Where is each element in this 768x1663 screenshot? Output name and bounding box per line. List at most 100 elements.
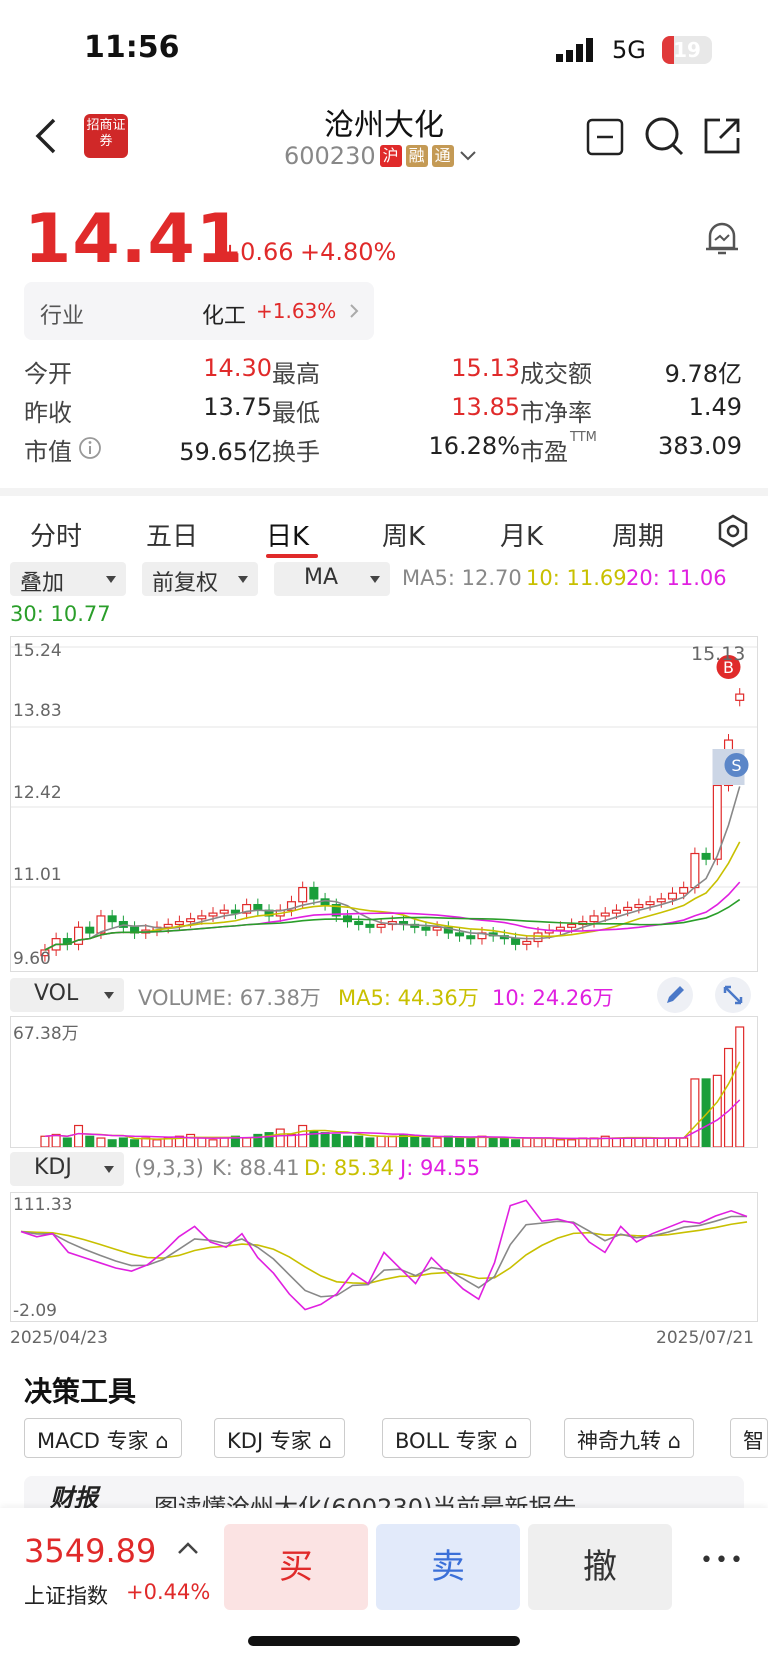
candle bbox=[432, 926, 442, 931]
quote-label: 最高 bbox=[272, 360, 320, 388]
quote-label: 最低 bbox=[272, 399, 320, 427]
volume-bar bbox=[656, 1137, 666, 1148]
x-label-end: 2025/07/21 bbox=[656, 1328, 754, 1348]
candle bbox=[163, 923, 173, 928]
candlestick-chart[interactable]: BS 15.24 13.83 12.42 11.01 9.60 15.13 bbox=[10, 636, 758, 972]
ma10-label: 10: 11.69 bbox=[526, 566, 627, 590]
index-value[interactable]: 3549.89 bbox=[24, 1532, 156, 1570]
candle bbox=[555, 926, 565, 931]
sell-button[interactable]: 卖 bbox=[376, 1524, 520, 1610]
tag-sh: 沪 bbox=[379, 145, 402, 167]
quote-value: 15.13 bbox=[451, 354, 520, 382]
candle bbox=[679, 886, 689, 894]
pe-sup: TTM bbox=[570, 430, 597, 445]
quote-value: 14.30 bbox=[203, 354, 272, 382]
stock-code-row[interactable]: 600230 沪 融 通 bbox=[284, 142, 478, 170]
volume-bar bbox=[511, 1139, 521, 1148]
tab-monthly-k[interactable]: 月K bbox=[500, 516, 543, 553]
quote-value: 383.09 bbox=[658, 432, 742, 460]
kdj-line bbox=[20, 1199, 748, 1311]
volume-bar bbox=[712, 1074, 722, 1148]
info-icon[interactable] bbox=[78, 436, 102, 460]
volume-ma-line bbox=[44, 1099, 741, 1140]
candle bbox=[309, 886, 319, 900]
home-indicator bbox=[248, 1636, 520, 1646]
tab-daily-k[interactable]: 日K bbox=[266, 516, 309, 553]
tab-intraday[interactable]: 分时 bbox=[30, 516, 82, 553]
cancel-button[interactable]: 撤 bbox=[528, 1524, 672, 1610]
tag-margin: 融 bbox=[405, 145, 428, 167]
volume-bar bbox=[634, 1137, 644, 1148]
kdj-y-tick: 111.33 bbox=[13, 1195, 73, 1215]
kdj-chart[interactable]: 111.33 -2.09 bbox=[10, 1192, 758, 1322]
chevron-up-icon[interactable] bbox=[176, 1540, 200, 1556]
volume-bar bbox=[298, 1124, 308, 1148]
volume-bar bbox=[331, 1133, 341, 1148]
volume-bar bbox=[74, 1124, 84, 1148]
tab-five-day[interactable]: 五日 bbox=[146, 516, 198, 553]
volume-bar bbox=[85, 1135, 95, 1148]
volume-bar bbox=[51, 1133, 61, 1148]
kdj-params: (9,3,3) bbox=[134, 1156, 204, 1180]
quote-label: 市值 bbox=[24, 438, 72, 466]
tab-underline bbox=[266, 554, 318, 558]
volume-bar bbox=[455, 1137, 465, 1148]
index-change: +0.44% bbox=[126, 1580, 211, 1604]
tool-boll[interactable]: BOLL 专家 ⌂ bbox=[382, 1418, 531, 1458]
industry-change: +1.63% bbox=[256, 299, 337, 323]
candle bbox=[107, 915, 117, 923]
volume-bar bbox=[208, 1139, 218, 1148]
volume-svg bbox=[40, 1026, 745, 1148]
volume-bar bbox=[242, 1137, 252, 1148]
gear-icon[interactable] bbox=[716, 514, 750, 548]
volume-label: VOLUME: 67.38万 bbox=[138, 986, 321, 1010]
tool-nine-turn[interactable]: 神奇九转 ⌂ bbox=[564, 1418, 695, 1458]
buy-button[interactable]: 买 bbox=[224, 1524, 368, 1610]
kdj-dropdown[interactable]: KDJ bbox=[10, 1152, 124, 1186]
volume-bar bbox=[320, 1132, 330, 1148]
quote-label: 换手 bbox=[272, 438, 320, 466]
vol-ma5-label: MA5: 44.36万 bbox=[338, 986, 479, 1010]
tab-period[interactable]: 周期 bbox=[612, 516, 664, 553]
kdj-y-tick: -2.09 bbox=[13, 1301, 57, 1321]
industry-box[interactable]: 行业 化工 +1.63% bbox=[24, 282, 374, 340]
y-tick: 12.42 bbox=[13, 783, 62, 803]
quote-value: 13.85 bbox=[451, 393, 520, 421]
kdj-svg bbox=[20, 1199, 748, 1311]
tool-kdj[interactable]: KDJ 专家 ⌂ bbox=[214, 1418, 345, 1458]
y-tick: 13.83 bbox=[13, 701, 62, 721]
volume-bar bbox=[533, 1137, 543, 1148]
quote-value: 13.75 bbox=[203, 393, 272, 421]
fullscreen-icon[interactable] bbox=[714, 976, 752, 1014]
minimize-icon[interactable] bbox=[586, 118, 624, 156]
overlay-dropdown[interactable]: 叠加 bbox=[10, 562, 126, 596]
vol-dropdown[interactable]: VOL bbox=[10, 978, 124, 1012]
share-icon[interactable] bbox=[702, 116, 742, 156]
search-icon[interactable] bbox=[644, 116, 684, 158]
candle bbox=[219, 909, 229, 914]
volume-bar bbox=[522, 1137, 532, 1148]
pencil-icon[interactable] bbox=[656, 976, 694, 1014]
candle bbox=[645, 901, 655, 906]
chart-tabs: 分时 五日 日K 周K 月K 周期 bbox=[0, 488, 768, 558]
price-change-pct: +4.80% bbox=[300, 238, 397, 266]
volume-bar bbox=[118, 1137, 128, 1148]
volume-bar bbox=[443, 1135, 453, 1148]
quote-label: 市净率 bbox=[520, 399, 592, 427]
quote-label: 昨收 bbox=[24, 399, 72, 427]
candle bbox=[611, 909, 621, 914]
indicator-dropdown[interactable]: MA bbox=[274, 562, 390, 596]
volume-bar bbox=[723, 1047, 734, 1148]
ma-line bbox=[44, 841, 741, 951]
more-icon[interactable]: ••• bbox=[700, 1548, 745, 1573]
tool-more[interactable]: 智 bbox=[730, 1418, 768, 1458]
volume-chart[interactable]: 67.38万 bbox=[10, 1016, 758, 1148]
tab-weekly-k[interactable]: 周K bbox=[382, 516, 425, 553]
alert-bell-icon[interactable] bbox=[702, 218, 742, 258]
tool-macd[interactable]: MACD 专家 ⌂ bbox=[24, 1418, 182, 1458]
volume-bar bbox=[690, 1078, 700, 1148]
candle bbox=[298, 886, 308, 903]
volume-bar bbox=[735, 1026, 745, 1148]
stock-code: 600230 bbox=[284, 142, 376, 170]
adjust-dropdown[interactable]: 前复权 bbox=[142, 562, 258, 596]
